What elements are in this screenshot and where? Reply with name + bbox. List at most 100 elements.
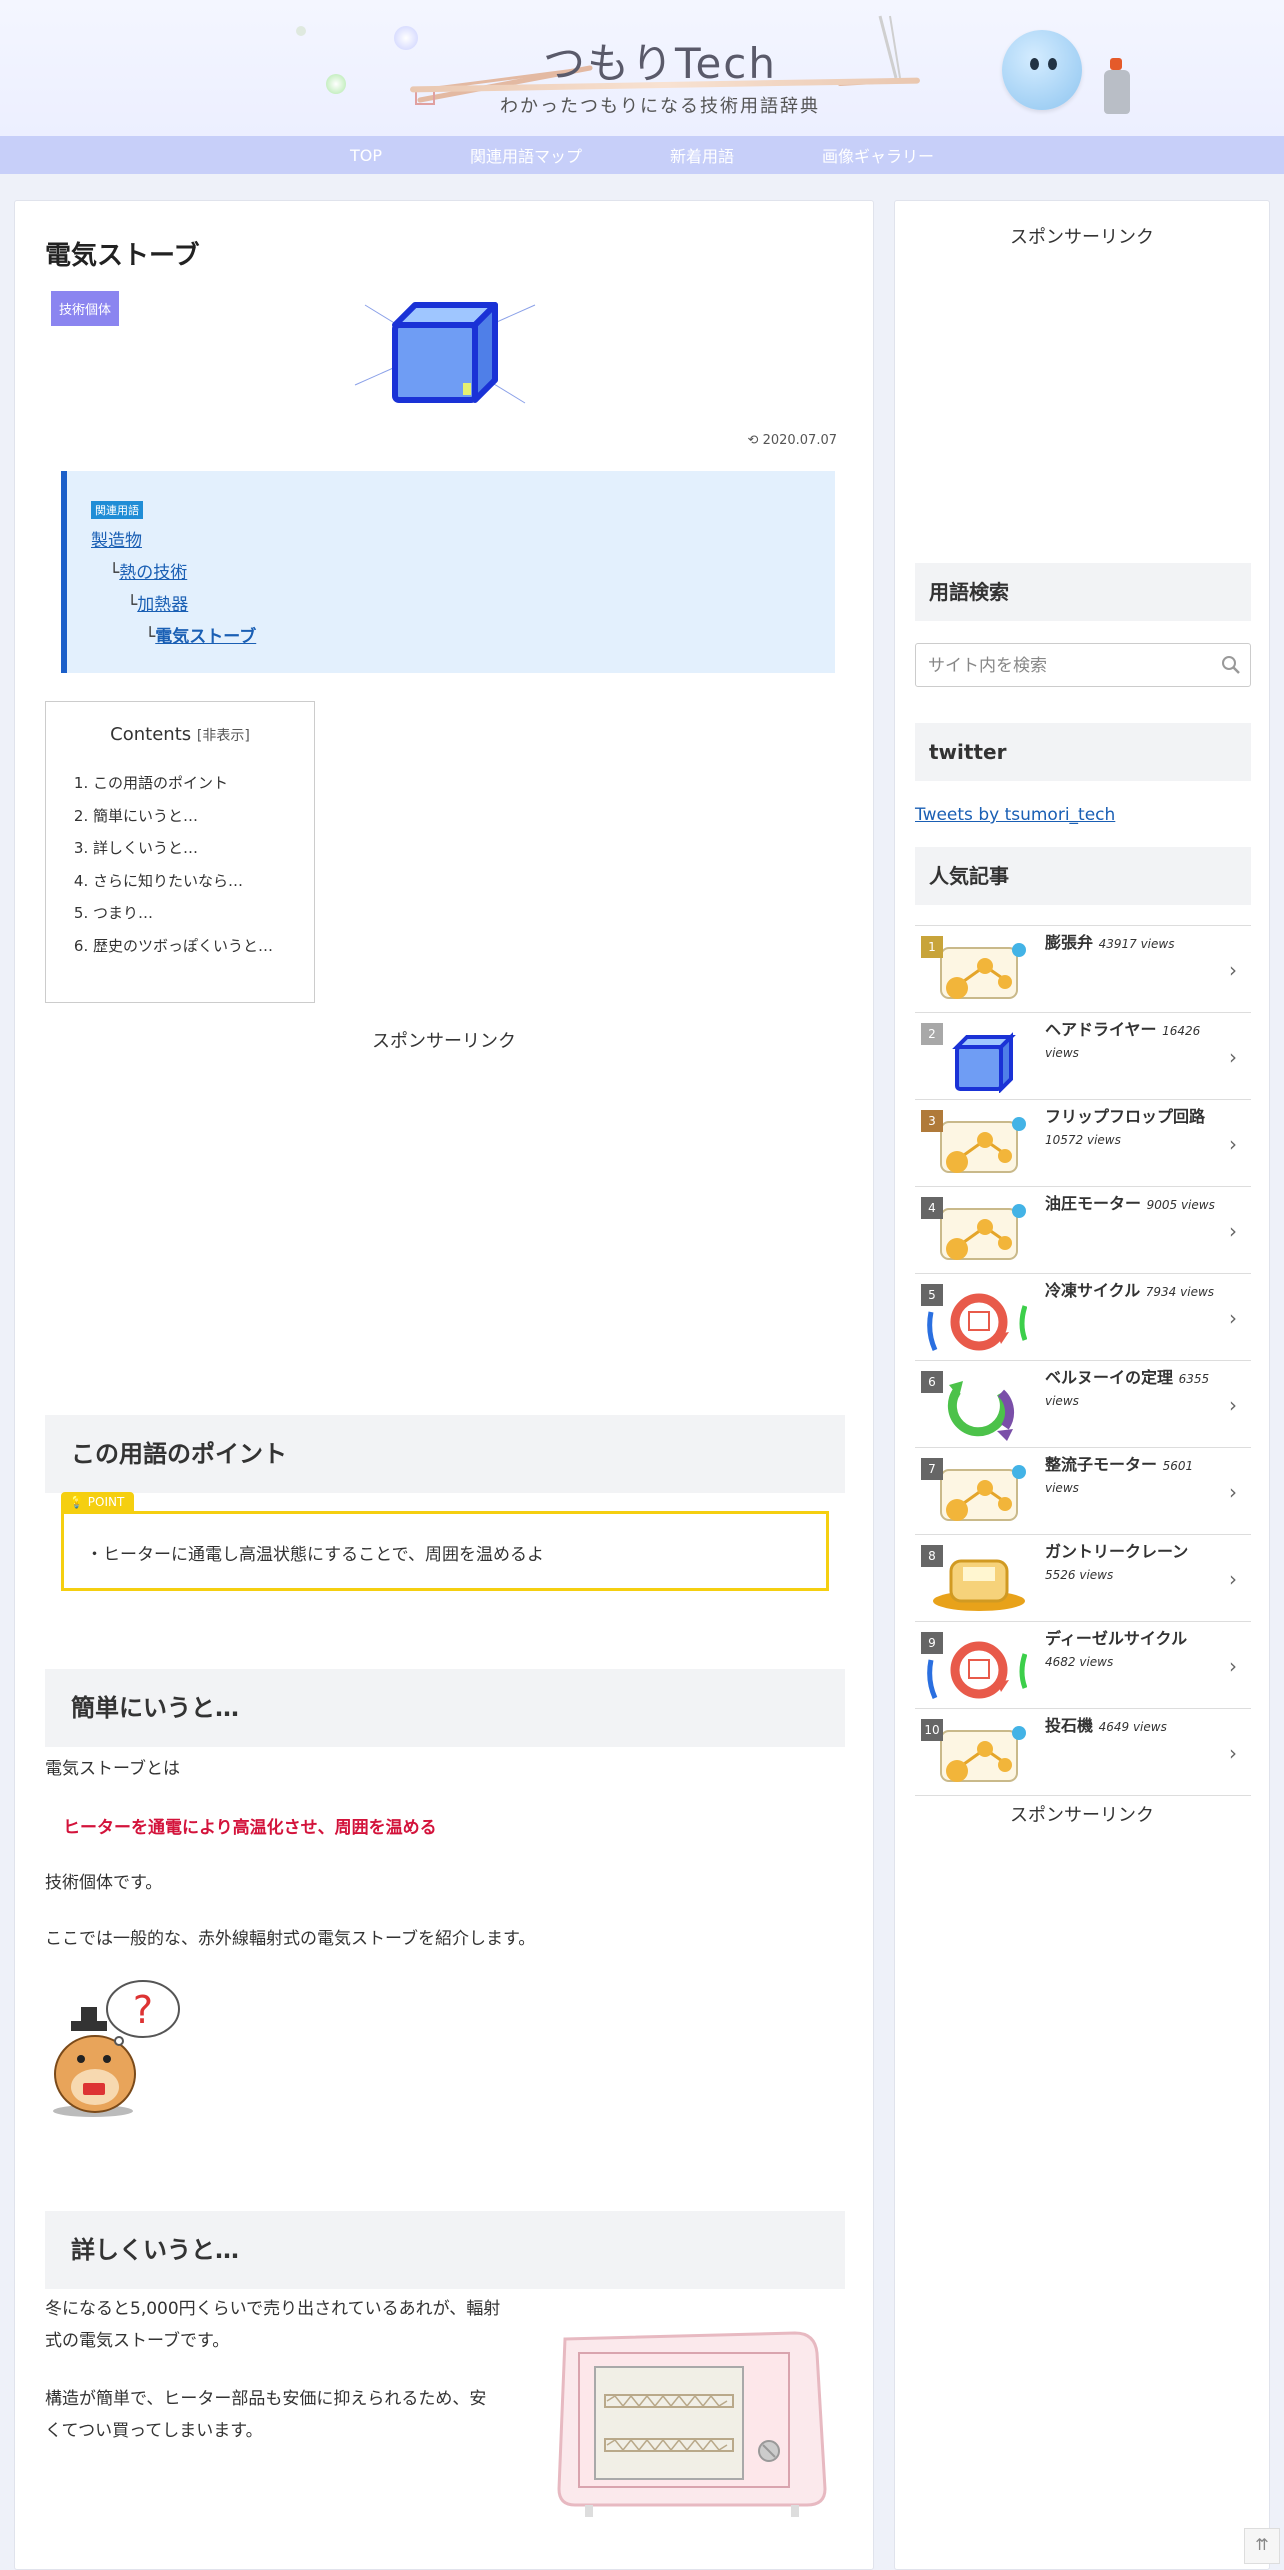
view-count: 4682 views	[1045, 1655, 1114, 1670]
view-count: 7934 views	[1145, 1285, 1215, 1299]
popular-title[interactable]: 整流子モーター	[1045, 1455, 1157, 1474]
popular-item-text[interactable]: フリップフロップ回路 10572 views	[1045, 1106, 1215, 1151]
search-form	[915, 643, 1251, 687]
rank-badge: 3	[921, 1110, 943, 1132]
mascot-spray-bottle-image	[1104, 58, 1130, 114]
point-tab: 💡 POINT	[61, 1492, 135, 1512]
toc-item[interactable]: この用語のポイント	[93, 767, 314, 800]
rank-badge: 4	[921, 1197, 943, 1219]
nav-item-related-map[interactable]: 関連用語マップ	[426, 143, 626, 167]
popular-item-text[interactable]: 冷凍サイクル 7934 views	[1045, 1280, 1215, 1302]
twitter-heading: twitter	[915, 723, 1251, 781]
tree-branch-glyph: └	[109, 563, 120, 583]
popular-title[interactable]: 投石機	[1045, 1716, 1093, 1735]
logo-bubble-decoration	[326, 74, 346, 94]
popular-list: 1 膨張弁 43917 views › 2 ヘアドライヤー 16426 views › 3 フ…	[915, 925, 1251, 1796]
paragraph: 電気ストーブとは	[45, 1759, 180, 1779]
popular-item-text[interactable]: 整流子モーター 5601 views	[1045, 1454, 1215, 1499]
chevron-right-icon: ›	[1229, 1306, 1237, 1330]
search-icon[interactable]	[1220, 654, 1242, 676]
popular-item-text[interactable]: ガントリークレーン 5526 views	[1045, 1541, 1215, 1586]
popular-title[interactable]: ベルヌーイの定理	[1045, 1368, 1173, 1387]
paragraph-line: くてつい買ってしまいます。	[45, 2421, 263, 2441]
popular-item[interactable]: 5 冷凍サイクル 7934 views ›	[915, 1274, 1251, 1361]
heading-point: この用語のポイント	[45, 1414, 845, 1493]
chevron-right-icon: ›	[1229, 1567, 1237, 1591]
popular-item[interactable]: 6 ベルヌーイの定理 6355 views ›	[915, 1361, 1251, 1448]
paragraph: 技術個体です。	[45, 1873, 163, 1893]
nav-item-gallery[interactable]: 画像ギャラリー	[778, 143, 978, 167]
nav-item-top[interactable]: TOP	[306, 146, 426, 165]
paragraph-line: 冬になると5,000円くらいで売り出されているあれが、輻射	[45, 2299, 501, 2319]
breadcrumb-item: └熱の技術	[109, 558, 187, 583]
main-content: 電気ストーブ 技術個体 ⟲ 2020.07.07 関連用語 製造物 └熱の技術 …	[14, 200, 874, 2570]
toc-item[interactable]: さらに知りたいなら…	[93, 865, 314, 898]
related-terms-label: 関連用語	[91, 501, 143, 519]
site-header: つもりTech わかったつもりになる技術用語辞典	[0, 0, 1284, 136]
beaver-question-image: ?	[53, 1980, 180, 2117]
site-title[interactable]: つもりTech	[540, 30, 780, 91]
popular-item[interactable]: 2 ヘアドライヤー 16426 views ›	[915, 1013, 1251, 1100]
nav-item-new-terms[interactable]: 新着用語	[626, 143, 778, 167]
popular-item-text[interactable]: ベルヌーイの定理 6355 views	[1045, 1367, 1215, 1412]
popular-item-text[interactable]: ディーゼルサイクル 4682 views	[1045, 1628, 1215, 1673]
breadcrumb-link[interactable]: 熱の技術	[119, 563, 187, 583]
table-of-contents: Contents [非表示] この用語のポイント 簡単にいうと… 詳しくいうと……	[45, 701, 315, 1003]
breadcrumb-link[interactable]: 加熱器	[137, 595, 188, 615]
popular-item[interactable]: 3 フリップフロップ回路 10572 views ›	[915, 1100, 1251, 1187]
chevron-right-icon: ›	[1229, 1045, 1237, 1069]
rank-badge: 1	[921, 936, 943, 958]
popular-title[interactable]: 膨張弁	[1045, 933, 1093, 952]
twitter-timeline-link[interactable]: Tweets by tsumori_tech	[915, 805, 1115, 825]
post-date: ⟲ 2020.07.07	[748, 433, 837, 448]
breadcrumb-link[interactable]: 製造物	[91, 531, 142, 551]
rank-badge: 8	[921, 1545, 943, 1567]
update-icon: ⟲	[747, 433, 759, 448]
paragraph-line: 式の電気ストーブです。	[45, 2331, 230, 2351]
related-terms-box: 関連用語 製造物 └熱の技術 └ 加熱器 └電気ストーブ	[61, 471, 835, 673]
popular-item-text[interactable]: ヘアドライヤー 16426 views	[1045, 1019, 1215, 1064]
popular-item[interactable]: 9 ディーゼルサイクル 4682 views ›	[915, 1622, 1251, 1709]
popular-item[interactable]: 7 整流子モーター 5601 views ›	[915, 1448, 1251, 1535]
popular-item-text[interactable]: 油圧モーター 9005 views	[1045, 1193, 1215, 1215]
popular-title[interactable]: 油圧モーター	[1045, 1194, 1141, 1213]
toc-item[interactable]: 詳しくいうと…	[93, 832, 314, 865]
paragraph-line: 構造が簡単で、ヒーター部品も安価に抑えられるため、安	[45, 2389, 487, 2409]
popular-item[interactable]: 10 投石機 4649 views ›	[915, 1709, 1251, 1796]
chevron-right-icon: ›	[1229, 1741, 1237, 1765]
popular-item[interactable]: 1 膨張弁 43917 views ›	[915, 925, 1251, 1013]
toc-title: Contents	[110, 724, 192, 745]
toc-item[interactable]: 歴史のツボっぽくいうと…	[93, 930, 314, 963]
popular-item-text[interactable]: 膨張弁 43917 views	[1045, 932, 1215, 954]
rank-badge: 5	[921, 1284, 943, 1306]
chevron-right-icon: ›	[1229, 1132, 1237, 1156]
site-subtitle: わかったつもりになる技術用語辞典	[500, 96, 820, 117]
popular-title[interactable]: 冷凍サイクル	[1045, 1281, 1140, 1300]
popular-title[interactable]: ヘアドライヤー	[1045, 1020, 1157, 1039]
breadcrumb-item: └電気ストーブ	[145, 622, 256, 647]
double-chevron-up-icon[interactable]: ⇈	[1244, 2528, 1280, 2564]
highlighted-definition: ヒーターを通電により高温化させ、周囲を温める	[63, 1818, 437, 1838]
view-count: 10572 views	[1045, 1133, 1121, 1148]
toc-item[interactable]: つまり…	[93, 897, 314, 930]
rank-badge: 9	[921, 1632, 943, 1654]
sidebar-sponsor-label: スポンサーリンク	[1010, 1805, 1154, 1826]
mascot-droplet-image	[1002, 30, 1082, 110]
popular-item-text[interactable]: 投石機 4649 views	[1045, 1715, 1215, 1737]
popular-title[interactable]: フリップフロップ回路	[1045, 1107, 1205, 1126]
breadcrumb-link-current[interactable]: 電気ストーブ	[155, 627, 256, 647]
popular-heading: 人気記事	[915, 847, 1251, 905]
search-input[interactable]	[926, 653, 1210, 679]
toc-item[interactable]: 簡単にいうと…	[93, 800, 314, 833]
breadcrumb-item: 製造物	[91, 526, 142, 551]
toc-toggle[interactable]: [非表示]	[197, 728, 250, 744]
popular-item[interactable]: 8 ガントリークレーン 5526 views ›	[915, 1535, 1251, 1622]
popular-title[interactable]: ディーゼルサイクル	[1045, 1629, 1187, 1648]
popular-title[interactable]: ガントリークレーン	[1045, 1542, 1188, 1561]
rank-badge: 6	[921, 1371, 943, 1393]
paragraph: ここでは一般的な、赤外線輻射式の電気ストーブを紹介します。	[45, 1929, 536, 1949]
popular-item[interactable]: 4 油圧モーター 9005 views ›	[915, 1187, 1251, 1274]
category-badge[interactable]: 技術個体	[51, 291, 120, 326]
chevron-right-icon: ›	[1229, 1219, 1237, 1243]
heading-simple: 簡単にいうと…	[45, 1668, 845, 1747]
